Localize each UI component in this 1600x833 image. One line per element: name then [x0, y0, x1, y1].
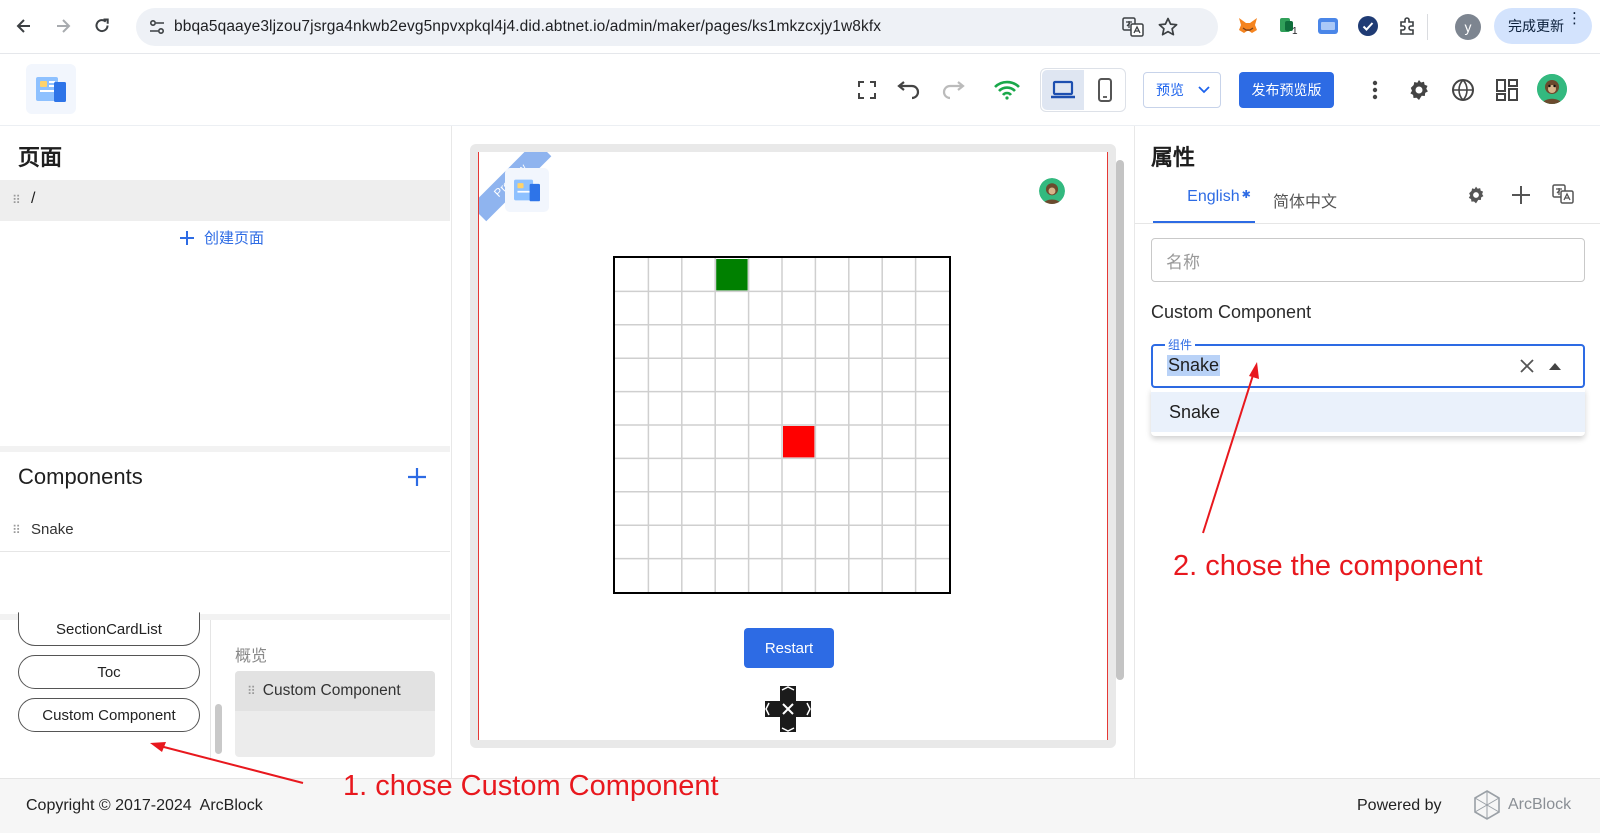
annotation-arrowhead — [1249, 362, 1259, 379]
annotation-step2: 2. chose the component — [1173, 550, 1483, 582]
annotation-step1: 1. chose Custom Component — [343, 770, 719, 802]
annotation-arrows — [150, 362, 1259, 784]
annotation-arrowhead — [150, 742, 166, 752]
